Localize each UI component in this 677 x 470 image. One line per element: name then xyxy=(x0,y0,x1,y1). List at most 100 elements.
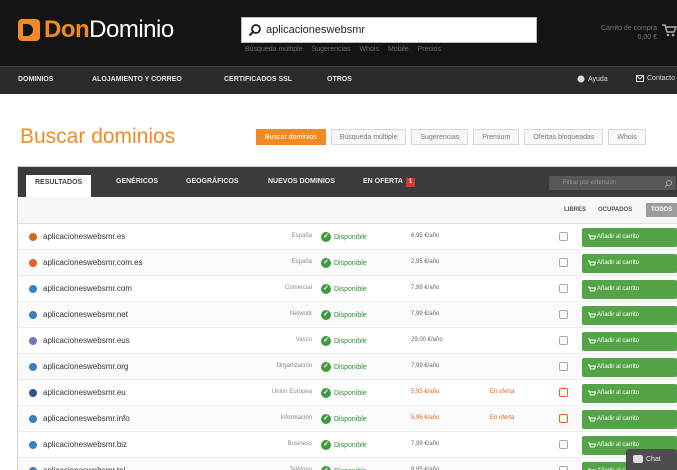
check-circle-icon: ✓ xyxy=(321,466,331,470)
add-to-cart-button[interactable]: Añadir al carrito xyxy=(582,280,677,299)
tab-en-oferta-label: EN OFERTA xyxy=(363,178,403,185)
filter-libres[interactable]: LIBRES xyxy=(564,207,586,213)
cart-icon xyxy=(588,364,596,370)
check-circle-icon: ✓ xyxy=(321,388,331,398)
info-icon[interactable] xyxy=(559,414,568,423)
add-to-cart-button[interactable]: Añadir al carrito xyxy=(582,254,677,273)
logo-text-part2: Dominio xyxy=(89,16,174,43)
tld-flag-icon xyxy=(29,389,37,397)
top-header: Don Dominio aplicacioneswebsmr Búsqueda m… xyxy=(0,0,677,66)
results-list: aplicacioneswebsmr.es España ✓ Disponible 6,… xyxy=(18,224,677,470)
info-icon[interactable] xyxy=(559,284,568,293)
info-icon[interactable] xyxy=(559,388,568,397)
tab-en-oferta[interactable]: EN OFERTA 1 xyxy=(363,178,415,187)
table-row: aplicacioneswebsmr.com Comercial ✓ Disponib… xyxy=(18,276,677,302)
search-link[interactable]: Sugerencias xyxy=(312,46,351,53)
tab-whois[interactable]: Whois xyxy=(608,129,646,145)
cart-label: Carrito de compra xyxy=(600,25,657,32)
availability-status: ✓Disponible xyxy=(321,284,367,294)
extension-filter-input[interactable]: Filtrar por extensión xyxy=(549,176,676,190)
availability-status: ✓Disponible xyxy=(321,388,367,398)
add-to-cart-button[interactable]: Añadir al carrito xyxy=(582,358,677,377)
cart-icon xyxy=(588,442,596,448)
tab-nuevos-dominios[interactable]: NUEVOS DOMINIOS xyxy=(268,178,335,185)
availability-status: ✓Disponible xyxy=(321,258,367,268)
domain-search-input[interactable]: aplicacioneswebsmr xyxy=(241,17,537,43)
nav-item-ssl[interactable]: CERTIFICADOS SSL xyxy=(224,76,292,83)
domain-name: aplicacioneswebsmr.org xyxy=(43,362,129,371)
search-link[interactable]: Búsqueda múltiple xyxy=(245,46,303,53)
availability-label: Disponible xyxy=(334,415,367,423)
help-link[interactable]: Ayuda xyxy=(577,75,608,83)
tld-category: Vasco xyxy=(295,337,312,343)
search-input-value: aplicacioneswebsmr xyxy=(266,24,366,36)
tab-genericos[interactable]: GENÉRICOS xyxy=(116,178,158,185)
tab-resultados[interactable]: RESULTADOS xyxy=(26,175,92,197)
cart-total: 0,00 € xyxy=(637,34,657,41)
tld-flag-icon xyxy=(29,259,37,267)
availability-status: ✓Disponible xyxy=(321,232,367,242)
table-row: aplicacioneswebsmr.es España ✓ Disponible 6,… xyxy=(18,224,677,250)
tab-premium[interactable]: Premium xyxy=(473,129,520,145)
domain-price: 7,99 €/año xyxy=(411,363,440,369)
tab-ofertas-bloqueadas[interactable]: Ofertas bloqueadas xyxy=(524,129,604,145)
add-to-cart-button[interactable]: Añadir al carrito xyxy=(582,410,677,429)
filter-ocupados[interactable]: OCUPADOS xyxy=(598,207,632,213)
shopping-cart-icon[interactable] xyxy=(661,22,677,38)
tab-sugerencias[interactable]: Sugerencias xyxy=(411,129,469,145)
search-link[interactable]: Precios xyxy=(418,46,441,53)
info-icon[interactable] xyxy=(559,232,568,241)
domain-name: aplicacioneswebsmr.es xyxy=(43,232,126,241)
availability-label: Disponible xyxy=(334,285,367,293)
check-circle-icon: ✓ xyxy=(321,258,331,268)
main-navigation: DOMINIOS ALOJAMIENTO Y CORREO CERTIFICAD… xyxy=(0,66,677,94)
domain-name: aplicacioneswebsmr.tel xyxy=(43,466,125,470)
domain-name: aplicacioneswebsmr.eu xyxy=(43,388,126,397)
availability-status: ✓Disponible xyxy=(321,466,367,470)
availability-status: ✓Disponible xyxy=(321,310,367,320)
filter-todos[interactable]: TODOS xyxy=(646,203,677,217)
add-to-cart-label: Añadir al carrito xyxy=(597,234,640,240)
availability-status: ✓Disponible xyxy=(321,362,367,372)
availability-label: Disponible xyxy=(334,337,367,345)
add-to-cart-button[interactable]: Añadir al carrito xyxy=(582,332,677,351)
availability-label: Disponible xyxy=(334,389,367,397)
cart-summary[interactable]: Carrito de compra 0,00 € xyxy=(577,24,657,42)
info-icon[interactable] xyxy=(559,466,568,470)
tab-busqueda-multiple[interactable]: Búsqueda múltiple xyxy=(330,129,407,145)
nav-item-dominios[interactable]: DOMINIOS xyxy=(18,76,53,83)
search-links: Búsqueda múltiple Sugerencias Whois Mobi… xyxy=(245,46,441,53)
nav-item-alojamiento[interactable]: ALOJAMIENTO Y CORREO xyxy=(92,76,182,83)
cart-icon xyxy=(588,286,596,292)
check-circle-icon: ✓ xyxy=(321,310,331,320)
add-to-cart-button[interactable]: Añadir al carrito xyxy=(582,384,677,403)
info-icon[interactable] xyxy=(559,362,568,371)
nav-item-otros[interactable]: OTROS xyxy=(327,76,352,83)
check-circle-icon: ✓ xyxy=(321,414,331,424)
table-row: aplicacioneswebsmr.biz Business ✓ Disponibl… xyxy=(18,432,677,458)
info-icon[interactable] xyxy=(559,310,568,319)
domain-price: 6,95 €/año xyxy=(411,233,440,239)
search-link[interactable]: Whois xyxy=(360,46,379,53)
add-to-cart-button[interactable]: Añadir al carrito xyxy=(582,306,677,325)
info-icon[interactable] xyxy=(559,258,568,267)
offer-tag: En oferta xyxy=(490,415,515,421)
add-to-cart-button[interactable]: Añadir al carrito xyxy=(582,228,677,247)
table-row: aplicacioneswebsmr.eu Unión Europea ✓ Dispo… xyxy=(18,380,677,406)
tab-geograficos[interactable]: GEOGRÁFICOS xyxy=(186,178,239,185)
add-to-cart-label: Añadir al carrito xyxy=(597,312,640,318)
availability-label: Disponible xyxy=(334,363,367,371)
add-to-cart-label: Añadir al carrito xyxy=(597,416,640,422)
domain-price: 7,99 €/año xyxy=(411,311,440,317)
info-icon[interactable] xyxy=(559,336,568,345)
contact-link[interactable]: Contacto xyxy=(636,75,675,82)
domain-name: aplicacioneswebsmr.info xyxy=(43,414,130,423)
chat-button[interactable]: Chat xyxy=(626,449,677,470)
tab-buscar-dominios[interactable]: Buscar dominios xyxy=(256,129,326,145)
results-panel: RESULTADOS GENÉRICOS GEOGRÁFICOS NUEVOS … xyxy=(17,166,677,470)
check-circle-icon: ✓ xyxy=(321,336,331,346)
search-link[interactable]: Mobile xyxy=(388,46,409,53)
info-icon[interactable] xyxy=(559,440,568,449)
domain-price: 5,95 €/año xyxy=(411,415,440,421)
dondominio-logo[interactable]: Don Dominio xyxy=(18,14,174,46)
